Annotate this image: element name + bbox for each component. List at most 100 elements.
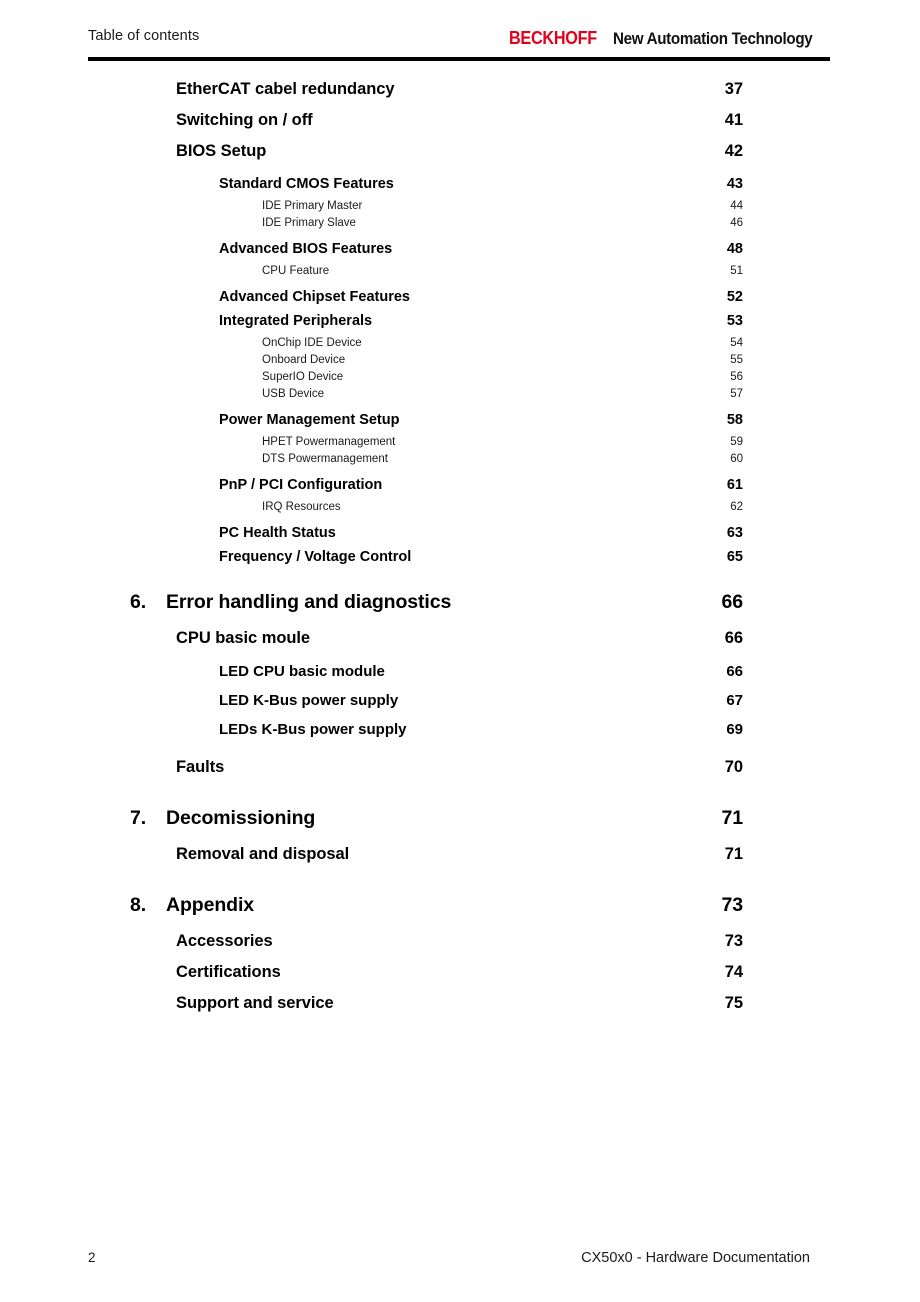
toc-entry[interactable]: 8. Appendix 73 xyxy=(88,894,830,930)
toc-entry-label: Support and service xyxy=(176,994,334,1012)
brand-wordmark: BECKHOFF xyxy=(508,28,597,48)
toc-entry[interactable]: Certifications 74 xyxy=(88,963,830,994)
toc-entry-page: 51 xyxy=(730,265,743,277)
toc-entry-label: Appendix xyxy=(166,894,255,916)
toc-entry-page: 57 xyxy=(730,388,743,400)
toc-entry-page: 46 xyxy=(730,217,743,229)
toc-entry[interactable]: CPU Feature 51 xyxy=(88,265,830,282)
toc-entry[interactable]: PnP / PCI Configuration 61 xyxy=(88,477,830,501)
toc-entry-number: 6. xyxy=(130,591,147,613)
toc-entry[interactable]: EtherCAT cabel redundancy 37 xyxy=(88,80,830,111)
toc-spacer xyxy=(88,789,830,807)
toc-entry[interactable]: LED CPU basic module 66 xyxy=(88,663,830,692)
toc-spacer xyxy=(88,518,830,525)
toc-entry-page: 73 xyxy=(721,894,744,916)
toc-entry-page: 41 xyxy=(724,111,743,129)
toc-entry[interactable]: Power Management Setup 58 xyxy=(88,412,830,436)
table-of-contents: EtherCAT cabel redundancy 37 Switching on … xyxy=(88,80,830,1025)
toc-entry[interactable]: Removal and disposal 71 xyxy=(88,845,830,876)
toc-entry[interactable]: Faults 70 xyxy=(88,758,830,789)
toc-entry-page: 66 xyxy=(724,629,743,647)
toc-entry-page: 74 xyxy=(724,963,743,981)
toc-entry-label: Faults xyxy=(176,758,225,776)
toc-entry[interactable]: Advanced Chipset Features 52 xyxy=(88,289,830,313)
toc-spacer xyxy=(88,470,830,477)
toc-entry[interactable]: Standard CMOS Features 43 xyxy=(88,176,830,200)
toc-entry-label: IRQ Resources xyxy=(262,501,341,513)
toc-entry-page: 63 xyxy=(726,525,743,541)
toc-entry-label: Decomissioning xyxy=(166,807,316,829)
toc-entry-label: DTS Powermanagement xyxy=(262,453,388,465)
toc-entry-page: 61 xyxy=(726,477,743,493)
toc-entry[interactable]: LEDs K-Bus power supply 69 xyxy=(88,721,830,750)
toc-entry-label: Accessories xyxy=(176,932,273,950)
toc-entry[interactable]: OnChip IDE Device 54 xyxy=(88,337,830,354)
toc-entry[interactable]: SuperIO Device 56 xyxy=(88,371,830,388)
toc-entry[interactable]: PC Health Status 63 xyxy=(88,525,830,549)
toc-spacer xyxy=(88,282,830,289)
toc-entry-label: IDE Primary Slave xyxy=(262,217,356,229)
toc-entry-label: CPU Feature xyxy=(262,265,330,277)
toc-entry[interactable]: Support and service 75 xyxy=(88,994,830,1025)
document-page: Table of contents BECKHOFF New Automatio… xyxy=(0,0,920,1302)
toc-entry-page: 75 xyxy=(724,994,743,1012)
toc-spacer xyxy=(88,750,830,758)
toc-entry[interactable]: Advanced BIOS Features 48 xyxy=(88,241,830,265)
toc-entry-page: 54 xyxy=(730,337,743,349)
toc-entry[interactable]: IDE Primary Slave 46 xyxy=(88,217,830,234)
toc-entry-page: 44 xyxy=(730,200,743,212)
toc-entry[interactable]: 7. Decomissioning 71 xyxy=(88,807,830,843)
toc-entry[interactable]: LED K-Bus power supply 67 xyxy=(88,692,830,721)
toc-entry-page: 73 xyxy=(724,932,743,950)
toc-entry[interactable]: CPU basic moule 66 xyxy=(88,629,830,660)
toc-entry-page: 43 xyxy=(726,176,743,192)
footer-document-title: CX50x0 - Hardware Documentation xyxy=(581,1250,810,1266)
toc-entry[interactable]: USB Device 57 xyxy=(88,388,830,405)
toc-entry[interactable]: HPET Powermanagement 59 xyxy=(88,436,830,453)
toc-entry-page: 67 xyxy=(726,692,743,709)
header-divider xyxy=(88,57,830,61)
toc-entry-label: Power Management Setup xyxy=(219,412,400,428)
toc-entry-page: 70 xyxy=(724,758,743,776)
toc-entry-page: 66 xyxy=(726,663,743,680)
toc-entry-page: 42 xyxy=(724,142,743,160)
toc-entry-label: Standard CMOS Features xyxy=(219,176,394,192)
toc-entry[interactable]: Onboard Device 55 xyxy=(88,354,830,371)
toc-entry[interactable]: 6. Error handling and diagnostics 66 xyxy=(88,591,830,627)
footer-page-number: 2 xyxy=(88,1250,96,1265)
toc-entry[interactable]: Frequency / Voltage Control 65 xyxy=(88,549,830,573)
toc-entry-page: 65 xyxy=(726,549,743,565)
toc-entry-page: 66 xyxy=(721,591,744,613)
page-footer: 2 CX50x0 - Hardware Documentation xyxy=(88,1250,830,1270)
toc-entry[interactable]: Accessories 73 xyxy=(88,932,830,963)
toc-entry[interactable]: Integrated Peripherals 53 xyxy=(88,313,830,337)
toc-entry-page: 71 xyxy=(724,845,743,863)
toc-entry-page: 60 xyxy=(730,453,743,465)
toc-entry-page: 37 xyxy=(724,80,743,98)
toc-entry-label: PnP / PCI Configuration xyxy=(219,477,383,493)
toc-entry-page: 71 xyxy=(721,807,744,829)
toc-spacer xyxy=(88,573,830,591)
toc-entry-label: Certifications xyxy=(176,963,281,981)
toc-entry-page: 53 xyxy=(726,313,743,329)
toc-entry-label: LED K-Bus power supply xyxy=(219,692,399,709)
toc-entry-number: 8. xyxy=(130,894,147,916)
toc-entry[interactable]: BIOS Setup 42 xyxy=(88,142,830,173)
toc-entry-page: 58 xyxy=(726,412,743,428)
toc-spacer xyxy=(88,405,830,412)
toc-entry-label: Onboard Device xyxy=(262,354,346,366)
toc-entry-label: Removal and disposal xyxy=(176,845,350,863)
toc-spacer xyxy=(88,234,830,241)
toc-entry[interactable]: IDE Primary Master 44 xyxy=(88,200,830,217)
toc-entry[interactable]: IRQ Resources 62 xyxy=(88,501,830,518)
brand-tagline: New Automation Technology xyxy=(613,30,813,48)
toc-entry-page: 59 xyxy=(730,436,743,448)
toc-entry-page: 56 xyxy=(730,371,743,383)
toc-entry-number: 7. xyxy=(130,807,147,829)
toc-entry-label: OnChip IDE Device xyxy=(262,337,362,349)
toc-entry[interactable]: Switching on / off 41 xyxy=(88,111,830,142)
toc-entry-page: 69 xyxy=(726,721,743,738)
toc-entry-label: HPET Powermanagement xyxy=(262,436,396,448)
toc-entry-label: LED CPU basic module xyxy=(219,663,385,680)
toc-entry[interactable]: DTS Powermanagement 60 xyxy=(88,453,830,470)
